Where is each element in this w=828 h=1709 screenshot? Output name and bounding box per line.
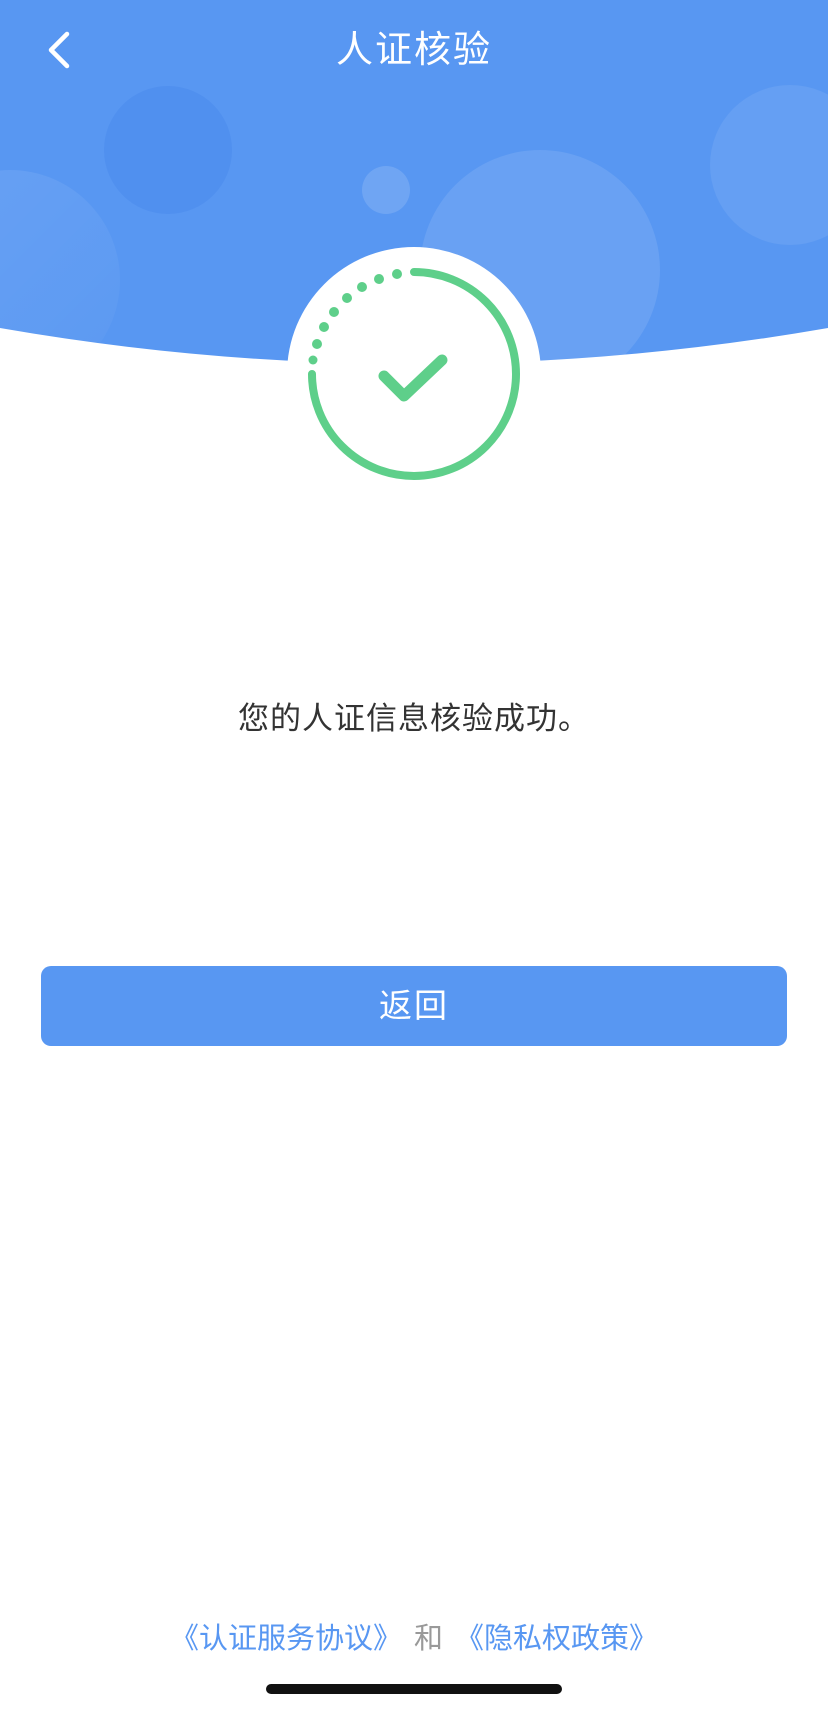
success-badge [287, 247, 541, 501]
verification-result-page: 人证核验 您的人证信息核验成功。 返回 《认证服务协议》和《隐私权政策》 [0, 0, 828, 1709]
privacy-policy-link[interactable]: 《隐私权政策》 [455, 1621, 658, 1655]
home-indicator[interactable] [266, 1684, 562, 1694]
footer-conjunction: 和 [413, 1621, 443, 1655]
return-button[interactable]: 返回 [41, 966, 787, 1046]
page-title: 人证核验 [336, 28, 492, 71]
service-agreement-link[interactable]: 《认证服务协议》 [170, 1621, 402, 1655]
agreement-footer: 《认证服务协议》和《隐私权政策》 [0, 1614, 828, 1662]
result-message: 您的人证信息核验成功。 [238, 701, 590, 737]
